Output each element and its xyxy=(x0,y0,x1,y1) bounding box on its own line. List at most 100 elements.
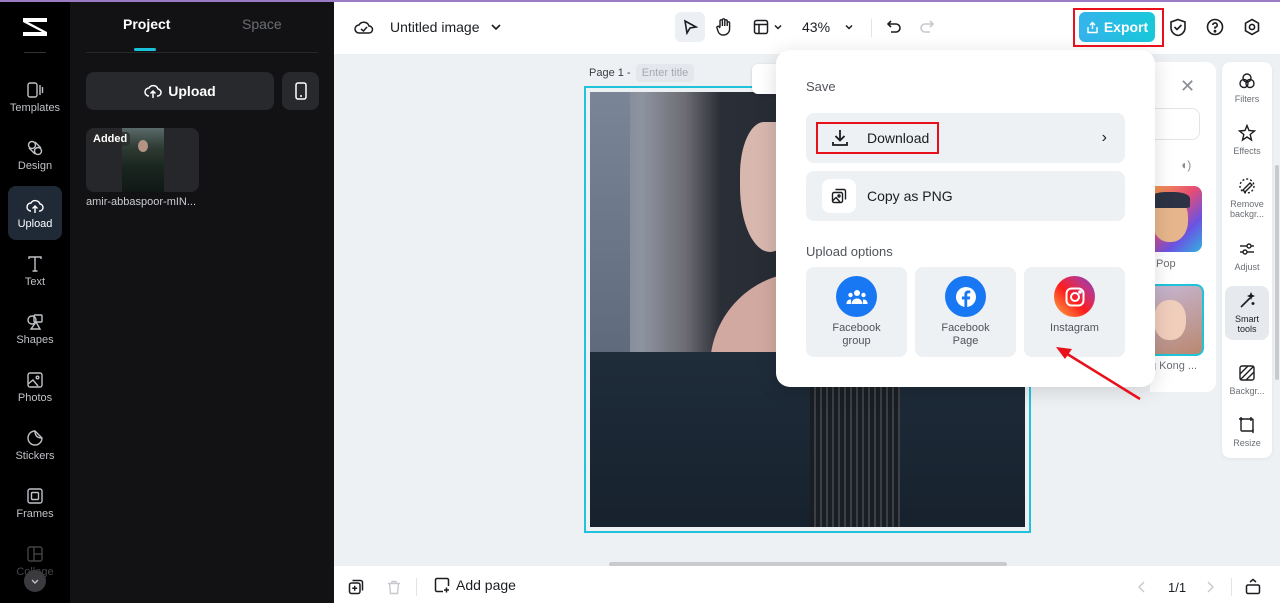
page-title-input[interactable]: Enter title xyxy=(636,64,694,82)
phone-icon xyxy=(294,82,307,100)
panel-tabs: Project Space xyxy=(86,0,318,53)
tool-remove-background[interactable]: Remove backgr... xyxy=(1225,177,1269,219)
page-label: Page 1 - xyxy=(589,67,631,79)
document-title[interactable]: Untitled image xyxy=(390,19,480,35)
rail-item-stickers[interactable]: Stickers xyxy=(8,418,62,472)
stickers-icon xyxy=(27,429,43,446)
rail-label: Frames xyxy=(16,507,54,520)
rail-expand-button[interactable] xyxy=(24,570,46,592)
asset-thumbnail[interactable]: Added xyxy=(86,128,199,192)
tool-label: Filters xyxy=(1234,94,1260,104)
upload-options-heading: Upload options xyxy=(806,244,893,259)
sound-icon[interactable]: ◖) xyxy=(1180,158,1191,172)
project-panel: Project Space Upload Added amir-abbaspoo… xyxy=(70,0,334,603)
resize-icon xyxy=(1239,417,1254,433)
tool-adjust[interactable]: Adjust xyxy=(1225,240,1269,272)
toolbar-divider xyxy=(871,19,872,37)
vertical-scrollbar[interactable] xyxy=(1275,165,1279,380)
option-label: Facebook group xyxy=(832,322,881,347)
page-indicator: 1/1 xyxy=(1168,580,1187,595)
tool-label: Smart tools xyxy=(1234,314,1259,334)
copy-image-icon xyxy=(822,179,856,213)
bottombar-divider xyxy=(1231,578,1232,596)
rail-item-frames[interactable]: Frames xyxy=(8,476,62,530)
bottombar-divider xyxy=(416,578,417,596)
effects-star-icon xyxy=(1238,124,1256,142)
annotation-arrow xyxy=(1056,347,1141,401)
hand-tool-icon[interactable] xyxy=(715,17,733,37)
tool-filters[interactable]: Filters xyxy=(1225,72,1269,104)
layout-chevron-icon[interactable] xyxy=(773,22,783,32)
add-page-label: Add page xyxy=(456,577,516,593)
shapes-icon xyxy=(27,313,43,330)
layout-icon[interactable] xyxy=(753,19,769,35)
pointer-icon xyxy=(683,19,698,35)
tool-effects[interactable]: Effects xyxy=(1225,124,1269,156)
undo-icon[interactable] xyxy=(886,19,902,35)
previous-page-icon[interactable] xyxy=(1137,581,1147,593)
style-search-input[interactable] xyxy=(1150,108,1200,140)
page-manager-icon[interactable] xyxy=(1245,578,1261,595)
rail-label: Stickers xyxy=(15,449,55,462)
bottom-bar: Add page 1/1 xyxy=(334,566,1280,603)
rail-divider xyxy=(24,52,46,53)
active-tab-indicator xyxy=(134,48,156,51)
tool-label: Effects xyxy=(1233,146,1261,156)
facebook-page-option[interactable]: Facebook Page xyxy=(915,267,1016,357)
rail-item-templates[interactable]: Templates xyxy=(8,70,62,124)
tool-label: Resize xyxy=(1233,438,1261,448)
tool-background[interactable]: Backgr... xyxy=(1225,364,1269,396)
rail-label: Design xyxy=(17,159,53,172)
mobile-upload-button[interactable] xyxy=(282,72,319,110)
facebook-icon xyxy=(945,276,986,317)
collage-icon xyxy=(27,545,43,562)
redo-icon[interactable] xyxy=(919,19,935,35)
shield-icon[interactable] xyxy=(1169,18,1187,37)
templates-icon xyxy=(27,81,44,98)
copy-as-png-option[interactable]: Copy as PNG xyxy=(806,171,1125,221)
rail-item-shapes[interactable]: Shapes xyxy=(8,302,62,356)
rail-item-upload[interactable]: Upload xyxy=(8,186,62,240)
export-highlight-annotation xyxy=(1073,8,1164,47)
facebook-group-option[interactable]: Facebook group xyxy=(806,267,907,357)
window-top-border xyxy=(0,0,1280,2)
style-label: Pop xyxy=(1156,258,1176,270)
cloud-saved-icon[interactable] xyxy=(354,18,374,36)
adjust-sliders-icon xyxy=(1240,243,1254,255)
asset-image-face xyxy=(138,140,148,152)
next-page-icon[interactable] xyxy=(1205,581,1215,593)
delete-page-icon[interactable] xyxy=(387,580,401,595)
photos-icon xyxy=(27,371,43,388)
zoom-level[interactable]: 43% xyxy=(802,19,830,35)
tool-label: Remove backgr... xyxy=(1229,199,1265,219)
rail-item-text[interactable]: Text xyxy=(8,244,62,298)
close-icon[interactable]: ✕ xyxy=(1180,76,1195,97)
tool-smart-tools[interactable]: Smart tools xyxy=(1225,286,1269,340)
zoom-chevron-icon[interactable] xyxy=(844,22,854,32)
frames-icon xyxy=(27,487,43,504)
help-icon[interactable] xyxy=(1206,18,1224,36)
upload-button[interactable]: Upload xyxy=(86,72,274,110)
select-tool-button[interactable] xyxy=(675,12,705,42)
instagram-icon xyxy=(1054,276,1095,317)
title-chevron-down-icon[interactable] xyxy=(490,21,502,33)
cloud-upload-icon xyxy=(26,199,44,213)
rail-label: Text xyxy=(24,275,46,288)
chevron-down-icon xyxy=(31,579,39,584)
rail-item-design[interactable]: Design xyxy=(8,128,62,182)
left-rail: Templates Design Upload Text Shapes Phot… xyxy=(0,0,70,603)
tab-space[interactable]: Space xyxy=(242,16,282,32)
style-card-hong-kong[interactable] xyxy=(1150,284,1204,356)
rail-label: Upload xyxy=(17,217,53,230)
copy-as-png-label: Copy as PNG xyxy=(867,188,953,204)
tool-label: Adjust xyxy=(1234,262,1260,272)
duplicate-page-icon[interactable] xyxy=(348,579,364,595)
rail-item-photos[interactable]: Photos xyxy=(8,360,62,414)
add-page-button[interactable]: Add page xyxy=(434,577,516,593)
style-panel: ✕ ◖) Pop g Kong ... xyxy=(1150,62,1216,392)
settings-icon[interactable] xyxy=(1243,18,1261,36)
tool-resize[interactable]: Resize xyxy=(1225,416,1269,448)
option-label: Instagram xyxy=(1050,322,1099,334)
style-card-pop[interactable] xyxy=(1150,186,1202,252)
tab-project[interactable]: Project xyxy=(123,16,170,32)
